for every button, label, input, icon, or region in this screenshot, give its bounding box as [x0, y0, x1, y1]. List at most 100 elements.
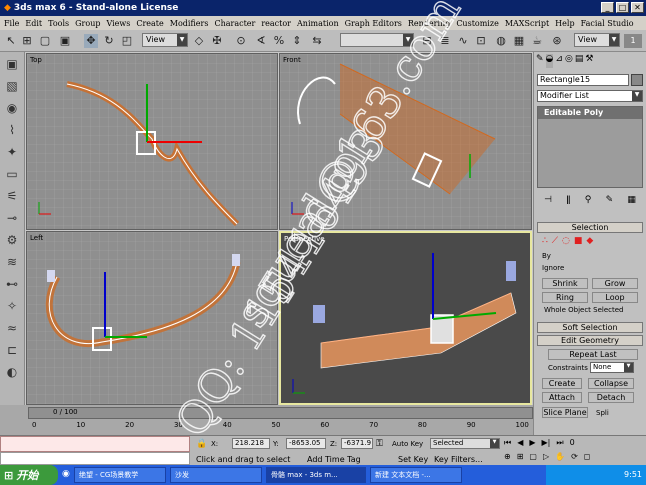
zoom-extents-icon[interactable]: ▢: [529, 452, 537, 464]
split-checkbox-label[interactable]: Spli: [596, 409, 609, 417]
viewport-front[interactable]: Front: [279, 53, 532, 230]
border-icon[interactable]: ◌: [562, 236, 570, 248]
percent-snap-icon[interactable]: %: [272, 34, 286, 48]
select-manipulate-icon[interactable]: ✠: [210, 34, 224, 48]
schematic-icon[interactable]: ⊡: [474, 34, 488, 48]
constraints-dropdown[interactable]: None ▼: [590, 362, 634, 373]
by-vertex-label[interactable]: By: [542, 252, 551, 260]
menu-customize[interactable]: Customize: [456, 19, 499, 28]
key-mode-dropdown[interactable]: Selected ▼: [430, 438, 500, 449]
object-color-swatch[interactable]: [631, 74, 643, 86]
collapse-button[interactable]: Collapse: [588, 378, 634, 389]
hierarchy-tab-icon[interactable]: ⊿: [555, 54, 563, 68]
create-tab-icon[interactable]: ✎: [536, 54, 544, 68]
attach-button[interactable]: Attach: [542, 392, 582, 403]
curve-editor-icon[interactable]: ∿: [456, 34, 470, 48]
make-unique-icon[interactable]: ⚲: [585, 195, 592, 205]
layer-icon[interactable]: ≣: [438, 34, 452, 48]
menu-animation[interactable]: Animation: [297, 19, 339, 28]
shrink-button[interactable]: Shrink: [542, 278, 588, 289]
modify-tab-icon[interactable]: ◒: [545, 54, 554, 68]
render-icon[interactable]: ⊛: [550, 34, 564, 48]
configure-sets-icon[interactable]: ▦: [627, 195, 636, 205]
motor-icon[interactable]: ⚙: [4, 232, 20, 248]
taskbar-item-cg[interactable]: 绝望 - CG场景教学: [74, 467, 166, 483]
pin-stack-icon[interactable]: ⊣: [544, 195, 552, 205]
menu-graph-editors[interactable]: Graph Editors: [345, 19, 402, 28]
start-button[interactable]: ⊞ 开始: [0, 465, 58, 485]
viewport-label-perspective[interactable]: Perspective: [284, 235, 325, 243]
scale-icon[interactable]: ◰: [120, 34, 134, 48]
viewport-top[interactable]: Top: [26, 53, 278, 230]
y-coord-field[interactable]: -8653.05: [286, 438, 326, 449]
fov-icon[interactable]: ▷: [543, 452, 549, 464]
deforming-mesh-icon[interactable]: ✦: [4, 144, 20, 160]
plane-icon[interactable]: ▭: [4, 166, 20, 182]
material-editor-icon[interactable]: ◍: [494, 34, 508, 48]
maxscript-listener[interactable]: [0, 436, 190, 452]
polygon-icon[interactable]: ■: [574, 236, 583, 248]
maxscript-input[interactable]: [0, 452, 190, 465]
mirror-icon[interactable]: ⇆: [310, 34, 324, 48]
key-filters-button[interactable]: Key Filters...: [434, 455, 483, 464]
menu-file[interactable]: File: [4, 19, 19, 28]
minimize-button[interactable]: _: [601, 2, 614, 13]
edge-icon[interactable]: ⟋: [552, 236, 558, 248]
rect-region-icon[interactable]: ▢: [38, 34, 52, 48]
wind-icon[interactable]: ≋: [4, 254, 20, 270]
x-coord-field[interactable]: 218.218: [232, 438, 270, 449]
menu-modifiers[interactable]: Modifiers: [170, 19, 209, 28]
grow-button[interactable]: Grow: [592, 278, 638, 289]
menu-create[interactable]: Create: [136, 19, 163, 28]
rope-icon[interactable]: ⌇: [4, 122, 20, 138]
viewport-label-left[interactable]: Left: [30, 234, 43, 242]
close-button[interactable]: ✕: [631, 2, 644, 13]
create-button[interactable]: Create: [542, 378, 582, 389]
preview-icon[interactable]: ◐: [4, 364, 20, 380]
ref-coord-dropdown[interactable]: View ▼: [142, 33, 188, 47]
quick-render-icon[interactable]: ☕: [530, 34, 544, 48]
taskbar-item-sofa[interactable]: 沙发: [170, 467, 262, 483]
ring-button[interactable]: Ring: [542, 292, 588, 303]
selection-rollout-title[interactable]: Selection: [537, 222, 643, 233]
constraint-icon[interactable]: ⊏: [4, 342, 20, 358]
go-start-icon[interactable]: ⏮: [504, 438, 511, 450]
play-icon[interactable]: ▶: [529, 438, 535, 450]
menu-character[interactable]: Character: [214, 19, 255, 28]
zoom-icon[interactable]: ⊕: [504, 452, 511, 464]
spring-icon[interactable]: ⚟: [4, 188, 20, 204]
maximize-viewport-icon[interactable]: ◻: [584, 452, 591, 464]
pan-icon[interactable]: ✋: [555, 452, 565, 464]
menu-tools[interactable]: Tools: [48, 19, 69, 28]
prev-frame-icon[interactable]: ◀: [517, 438, 523, 450]
display-tab-icon[interactable]: ▤: [575, 54, 584, 68]
zoom-all-icon[interactable]: ⊞: [517, 452, 524, 464]
viewport-label-top[interactable]: Top: [30, 56, 42, 64]
snap-icon[interactable]: ⊙: [234, 34, 248, 48]
dashpot-icon[interactable]: ⊸: [4, 210, 20, 226]
menu-rendering[interactable]: Rendering: [408, 19, 450, 28]
show-end-result-icon[interactable]: ǁ: [566, 195, 570, 205]
repeat-last-button[interactable]: Repeat Last: [548, 349, 638, 360]
add-time-tag[interactable]: Add Time Tag: [307, 455, 361, 464]
render-scene-icon[interactable]: ▦: [512, 34, 526, 48]
remove-modifier-icon[interactable]: ✎: [606, 195, 614, 205]
angle-snap-icon[interactable]: ∢: [254, 34, 268, 48]
render-type-dropdown[interactable]: View ▼: [574, 33, 620, 47]
menu-help[interactable]: Help: [555, 19, 574, 28]
rotate-icon[interactable]: ↻: [102, 34, 116, 48]
cloth-icon[interactable]: ▧: [4, 78, 20, 94]
motion-tab-icon[interactable]: ◎: [565, 54, 573, 68]
menu-group[interactable]: Group: [75, 19, 100, 28]
viewport-perspective[interactable]: Perspective: [279, 231, 532, 405]
auto-key-button[interactable]: Auto Key: [392, 440, 423, 448]
go-end-icon[interactable]: ⏭: [556, 438, 563, 450]
time-slider[interactable]: 0 / 100: [28, 407, 533, 419]
slice-plane-button[interactable]: Slice Plane: [542, 407, 588, 418]
utilities-tab-icon[interactable]: ⚒: [585, 54, 593, 68]
soft-selection-rollout[interactable]: Soft Selection: [537, 322, 643, 333]
lock-icon[interactable]: 🔒: [196, 439, 207, 449]
align-icon[interactable]: ⊟: [420, 34, 434, 48]
maximize-button[interactable]: □: [616, 2, 629, 13]
quick-launch-icon[interactable]: ◉: [62, 469, 70, 479]
